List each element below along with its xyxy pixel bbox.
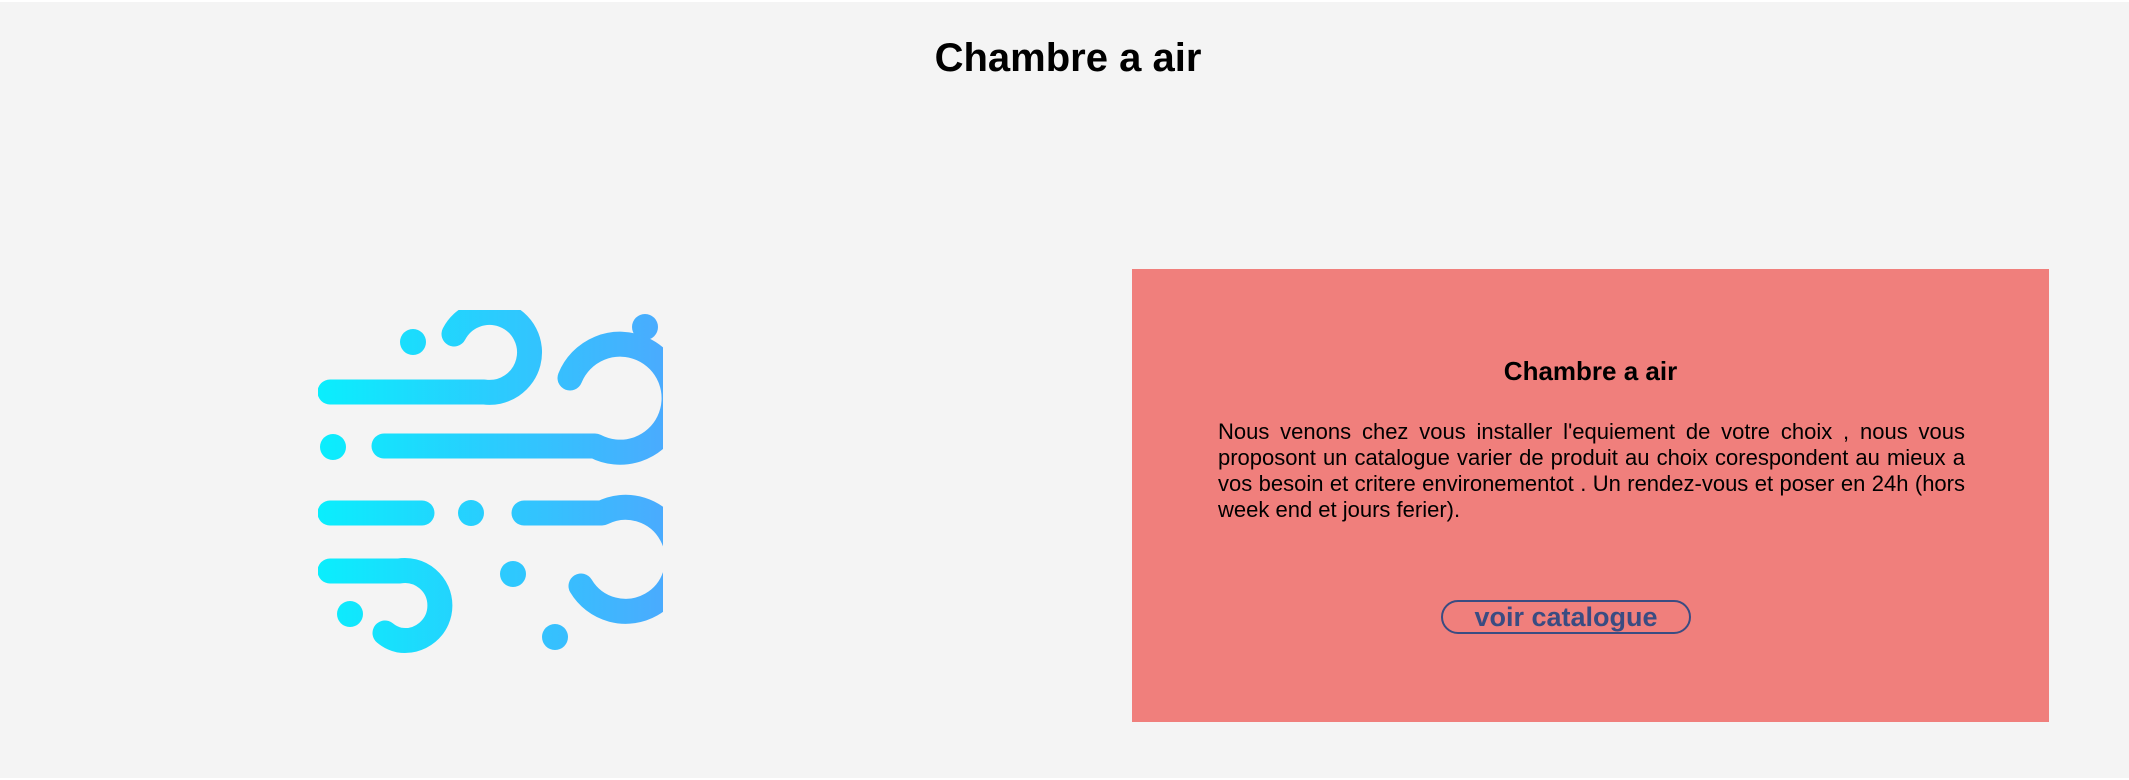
info-card: Chambre a air Nous venons chez vous inst… xyxy=(1132,269,2049,722)
view-catalog-button[interactable]: voir catalogue xyxy=(1441,600,1691,634)
card-description: Nous venons chez vous installer l'equiem… xyxy=(1218,419,1965,522)
page-title: Chambre a air xyxy=(934,36,1202,80)
wind-icon xyxy=(318,310,663,653)
page: Chambre a air Chambre a air Nous venons … xyxy=(0,2,2129,778)
card-title: Chambre a air xyxy=(1503,356,1678,386)
